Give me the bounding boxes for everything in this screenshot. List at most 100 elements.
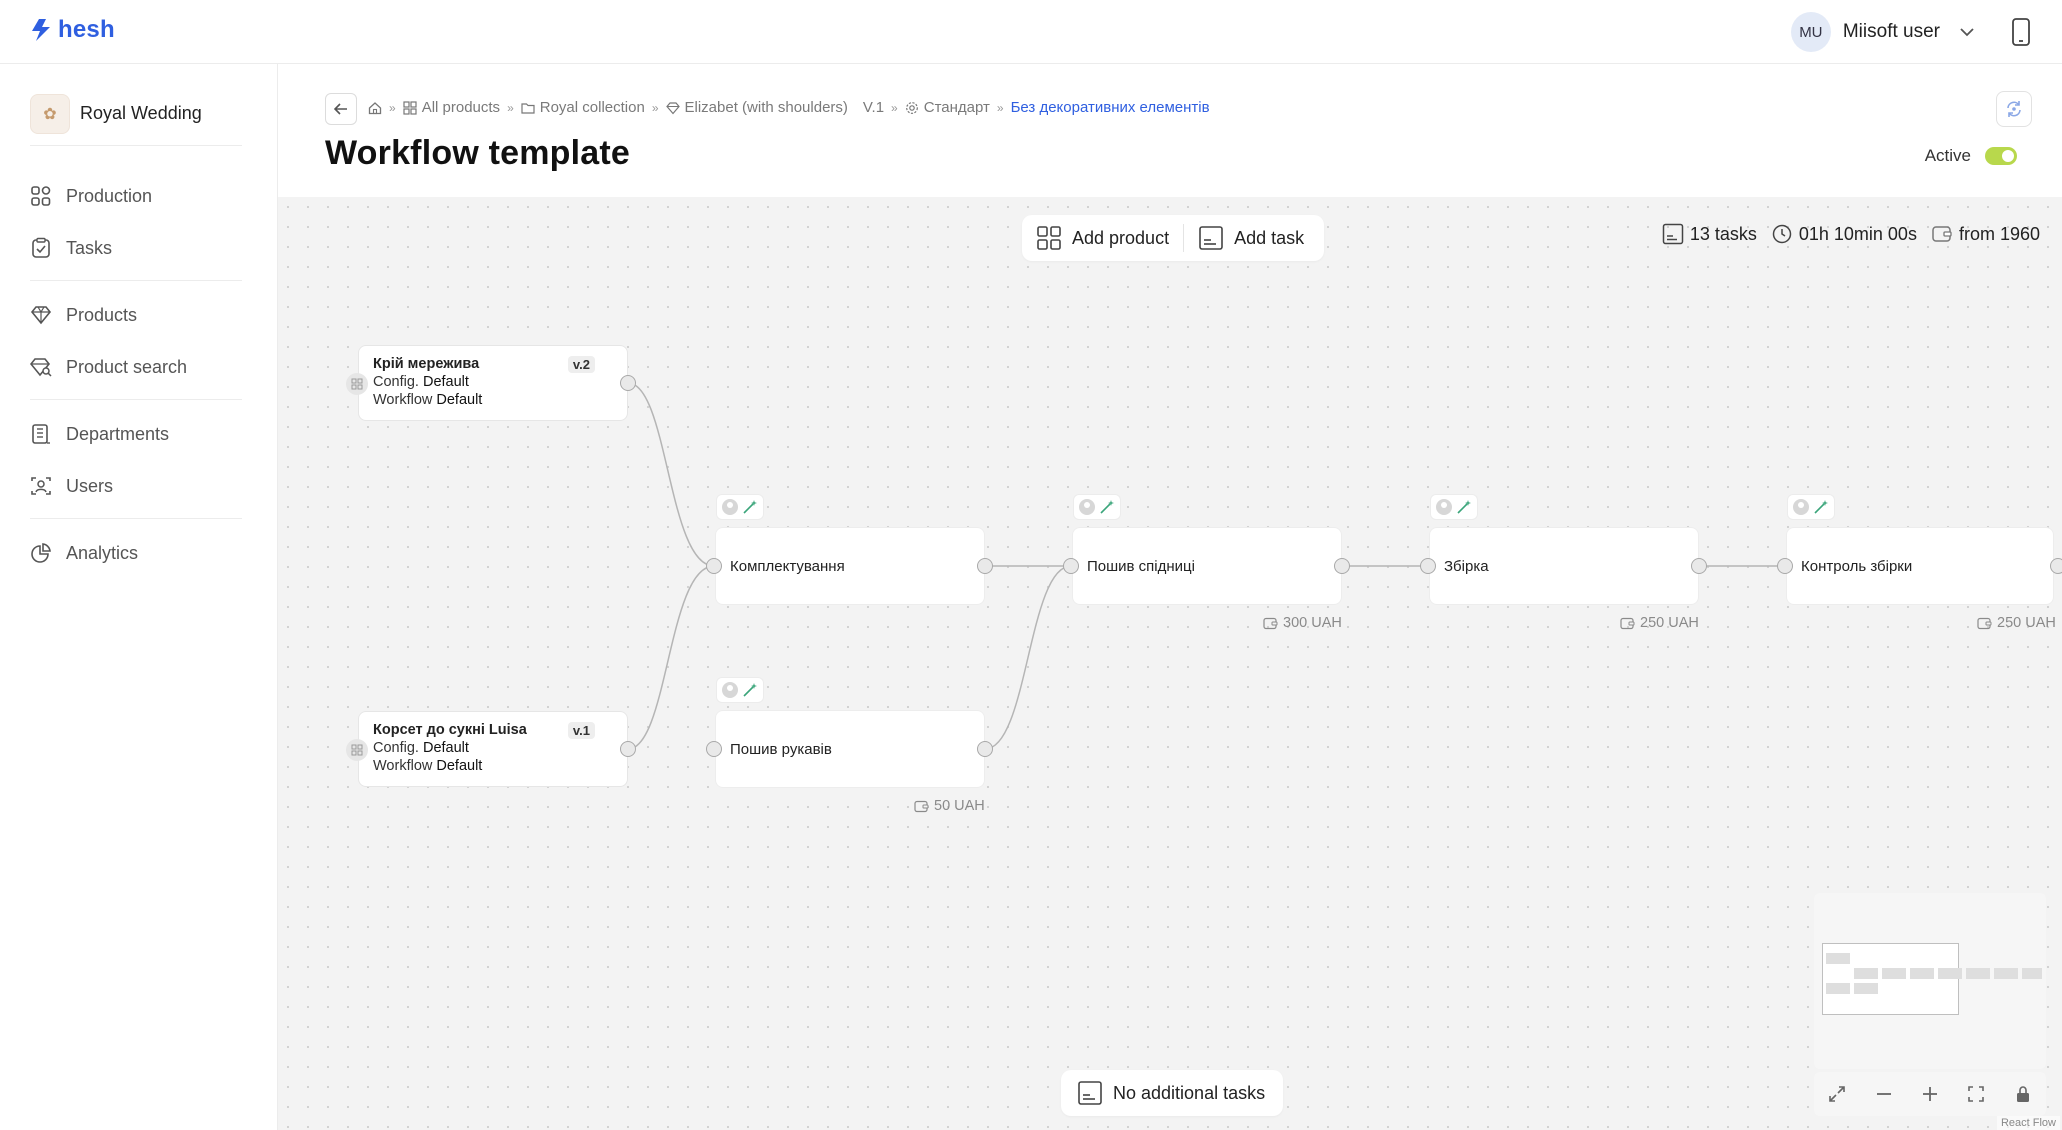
person-icon (1793, 499, 1809, 515)
sidebar-item-users[interactable]: Users (30, 460, 242, 512)
breadcrumb-all-products[interactable]: All products (403, 99, 500, 116)
tasks-icon (32, 237, 50, 258)
source-handle[interactable] (620, 741, 636, 757)
magic-wand-icon (1100, 500, 1114, 514)
task-assign-badge[interactable] (716, 494, 764, 520)
lock-icon[interactable] (2013, 1084, 2033, 1104)
sidebar-item-production[interactable]: Production (30, 170, 242, 222)
diamond-search-icon (30, 358, 52, 377)
breadcrumb-label: Elizabet (with shoulders) (684, 99, 848, 116)
task-assign-badge[interactable] (1073, 494, 1121, 520)
active-label: Active (1924, 146, 1971, 165)
config-label: Config. (373, 374, 419, 390)
no-additional-tasks-panel[interactable]: No additional tasks (1061, 1070, 1283, 1116)
add-task-label: Add task (1234, 227, 1305, 248)
sidebar-item-product-search[interactable]: Product search (30, 341, 242, 393)
task-node[interactable]: Пошив спідниці (1072, 527, 1342, 605)
target-handle[interactable] (1777, 558, 1793, 574)
sync-button[interactable] (1996, 91, 2032, 127)
task-node-label: Комплектування (730, 557, 845, 575)
production-icon (31, 186, 51, 206)
flow-controls (1814, 1072, 2046, 1116)
divider (30, 280, 242, 281)
user-menu[interactable]: MU Miisoft user (1790, 12, 2032, 52)
avatar[interactable]: MU (1790, 12, 1831, 52)
sidebar-item-products[interactable]: Products (30, 289, 242, 341)
pie-chart-icon (31, 543, 51, 563)
edge (984, 565, 1072, 750)
task-node-label: Пошив спідниці (1087, 557, 1195, 575)
workflow-label: Workflow (373, 392, 433, 408)
task-price-value: 250 UAH (1640, 615, 1699, 631)
target-handle[interactable] (706, 558, 722, 574)
breadcrumb-separator: » (651, 100, 659, 115)
chevron-down-icon[interactable] (1956, 21, 1978, 43)
workflow-canvas[interactable]: Add product Add task 13 tasks 01h 10min … (278, 197, 2062, 1130)
minimap-node (2022, 968, 2042, 979)
source-handle[interactable] (1691, 558, 1707, 574)
person-icon (1436, 499, 1452, 515)
fit-view-icon[interactable] (1966, 1084, 1986, 1104)
sidebar-item-analytics[interactable]: Analytics (30, 527, 242, 579)
active-toggle[interactable] (1985, 147, 2017, 165)
breadcrumb-separator: » (389, 100, 396, 115)
product-node[interactable]: Корсет до сукні Luisa v.1 Config. Defaul… (346, 711, 628, 787)
task-node[interactable]: Пошив рукавів (715, 710, 985, 788)
minimap-node (1938, 968, 1962, 979)
bolt-logo-icon (32, 19, 50, 41)
target-handle[interactable] (706, 741, 722, 757)
add-task-button[interactable]: Add task (1198, 225, 1304, 251)
magic-wand-icon (743, 500, 757, 514)
stat-tasks: 13 tasks (1662, 223, 1757, 245)
diamond-icon (665, 101, 680, 114)
minimap[interactable] (1814, 893, 2046, 1069)
top-bar: hesh MU Miisoft user (0, 0, 2062, 64)
breadcrumb-config[interactable]: Стандарт (905, 99, 990, 116)
breadcrumb: » All products » Royal collection » Eliz… (368, 99, 1210, 116)
breadcrumb-collection[interactable]: Royal collection (521, 99, 645, 116)
task-node[interactable]: Комплектування (715, 527, 985, 605)
user-name[interactable]: Miisoft user (1843, 21, 1940, 43)
sidebar-item-departments[interactable]: Departments (30, 408, 242, 460)
logo-text: hesh (58, 16, 115, 43)
task-node-label: Збірка (1444, 557, 1489, 575)
task-node[interactable]: Збірка (1429, 527, 1699, 605)
source-handle[interactable] (620, 375, 636, 391)
breadcrumb-home[interactable] (368, 101, 382, 115)
sidebar-item-label: Analytics (66, 542, 139, 563)
minimap-node (1882, 968, 1906, 979)
task-assign-badge[interactable] (1787, 494, 1835, 520)
task-assign-badge[interactable] (1430, 494, 1478, 520)
product-node[interactable]: Крій мережива v.2 Config. Default Workfl… (346, 345, 628, 421)
sidebar-item-tasks[interactable]: Tasks (30, 222, 242, 274)
source-handle[interactable] (977, 741, 993, 757)
product-node-workflow: Workflow Default (373, 392, 613, 408)
breadcrumb-product[interactable]: Elizabet (with shoulders) V.1 (665, 99, 885, 116)
source-handle[interactable] (1334, 558, 1350, 574)
source-handle[interactable] (977, 558, 993, 574)
clock-icon (1772, 224, 1792, 244)
task-assign-badge[interactable] (716, 677, 764, 703)
back-button[interactable] (325, 93, 357, 125)
task-price-value: 300 UAH (1283, 615, 1342, 631)
source-handle[interactable] (2050, 558, 2062, 574)
target-handle[interactable] (1420, 558, 1436, 574)
task-node[interactable]: Контроль збірки (1786, 527, 2054, 605)
logo[interactable]: hesh (30, 16, 115, 44)
target-handle[interactable] (1063, 558, 1079, 574)
sidebar-item-label: Tasks (66, 237, 113, 258)
task-price: 250 UAH (1977, 615, 2056, 631)
breadcrumb-version: V.1 (862, 99, 885, 116)
minimap-node (1826, 953, 1850, 964)
expand-icon[interactable] (1827, 1084, 1847, 1104)
org-switcher[interactable]: ✿ Royal Wedding (30, 93, 242, 146)
add-product-button[interactable]: Add product (1036, 225, 1169, 251)
sidebar-item-label: Users (66, 475, 114, 496)
home-icon (368, 101, 382, 114)
task-price-value: 50 UAH (934, 798, 985, 814)
mobile-icon[interactable] (2010, 17, 2032, 47)
react-flow-attribution[interactable]: React Flow (1996, 1116, 2060, 1130)
canvas-toolbar: Add product Add task (1022, 215, 1324, 261)
zoom-out-icon[interactable] (1874, 1084, 1894, 1104)
zoom-in-icon[interactable] (1920, 1084, 1940, 1104)
